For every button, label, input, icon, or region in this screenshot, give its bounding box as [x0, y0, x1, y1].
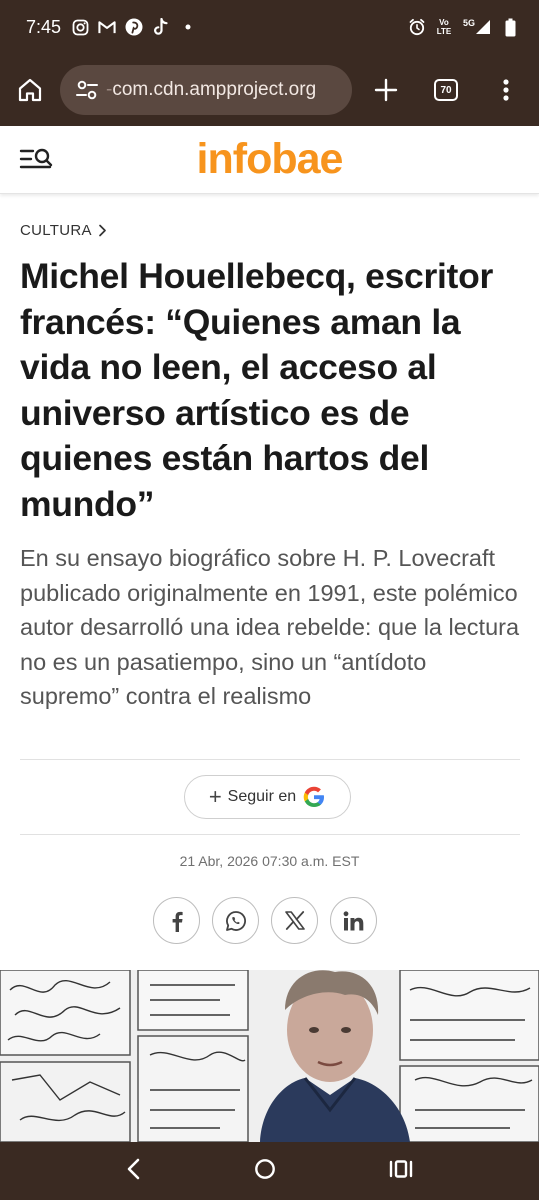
follow-label: Seguir en: [227, 788, 297, 805]
status-time: 7:45: [26, 16, 62, 37]
more-vert-icon: [503, 79, 509, 101]
status-bar: 7:45 Vo LTE 5G: [0, 0, 539, 54]
share-linkedin-button[interactable]: [330, 897, 377, 944]
nav-home-button[interactable]: [254, 1158, 276, 1185]
share-whatsapp-button[interactable]: [212, 897, 259, 944]
divider: [20, 759, 520, 760]
more-options-button[interactable]: [476, 60, 536, 120]
site-header: infobae: [0, 126, 539, 194]
nav-back-button[interactable]: [126, 1158, 142, 1185]
url-domain: com.cdn.ampproject.org: [112, 79, 317, 100]
x-icon: [284, 911, 305, 930]
share-facebook-button[interactable]: [153, 897, 200, 944]
plus-icon: [374, 78, 398, 102]
section-breadcrumb[interactable]: CULTURA: [20, 222, 107, 239]
home-outline-icon: [18, 78, 42, 102]
recents-icon: [389, 1159, 413, 1178]
article-hero-image[interactable]: [0, 970, 539, 1142]
hero-photo: [0, 970, 539, 1142]
battery-icon: [501, 18, 519, 36]
google-g-icon: [303, 786, 325, 807]
divider: [20, 834, 520, 835]
follow-google-button[interactable]: + Seguir en: [184, 775, 351, 819]
instagram-icon: [71, 18, 89, 36]
tab-count: 70: [434, 79, 458, 101]
home-button[interactable]: [0, 60, 60, 120]
plus-icon: +: [208, 784, 222, 809]
site-settings-icon[interactable]: [74, 77, 100, 103]
alarm-icon: [408, 18, 426, 36]
tiktok-icon: [152, 18, 170, 36]
signal-5g-icon: 5G: [462, 18, 492, 36]
infobae-logo[interactable]: infobae: [0, 135, 539, 184]
tab-switcher-button[interactable]: 70: [416, 60, 476, 120]
url-text: -com.cdn.ampproject.org: [106, 79, 316, 101]
new-tab-button[interactable]: [356, 60, 416, 120]
system-nav-bar: [0, 1142, 539, 1200]
chevron-right-icon: [98, 224, 106, 237]
publish-date: 21 Abr, 2026 07:30 a.m. EST: [179, 853, 360, 869]
whatsapp-icon: [225, 910, 246, 931]
gmail-icon: [98, 18, 116, 36]
share-x-button[interactable]: [271, 897, 318, 944]
address-bar[interactable]: -com.cdn.ampproject.org: [60, 65, 352, 115]
network-label: 5G: [462, 17, 475, 28]
notification-dot-icon: [179, 18, 197, 36]
volte-icon: Vo LTE: [436, 18, 452, 36]
linkedin-icon: [343, 910, 364, 930]
facebook-icon: [172, 911, 183, 932]
home-circle-icon: [255, 1158, 276, 1179]
article-headline: Michel Houellebecq, escritor francés: “Q…: [20, 256, 493, 524]
pinterest-icon: [125, 18, 143, 36]
article-subheadline: En su ensayo biográfico sobre H. P. Love…: [20, 545, 520, 709]
nav-recents-button[interactable]: [389, 1159, 413, 1184]
share-buttons: [153, 897, 377, 944]
back-icon: [127, 1158, 140, 1179]
browser-toolbar: -com.cdn.ampproject.org 70: [0, 54, 539, 126]
section-label: CULTURA: [20, 222, 92, 239]
